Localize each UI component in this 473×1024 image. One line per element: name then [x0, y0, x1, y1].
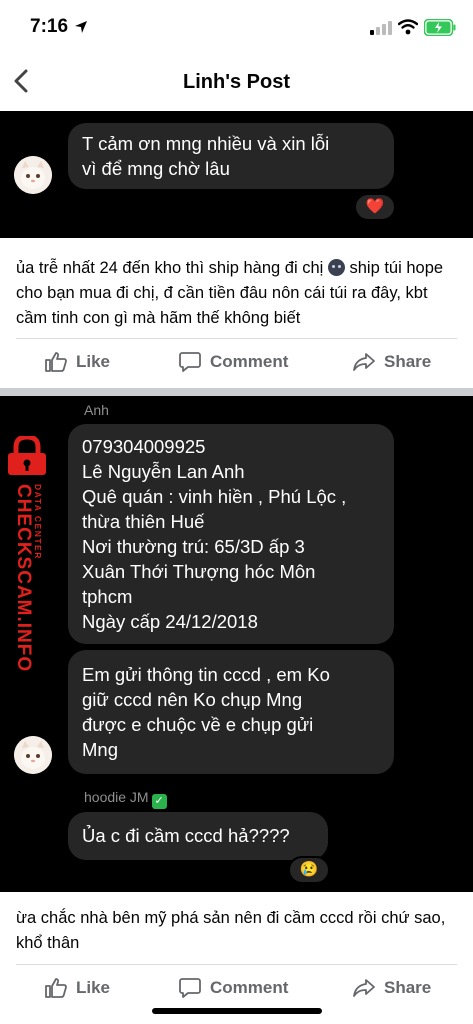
post-caption: ủa trễ nhất 24 đến kho thì ship hàng đi …	[16, 256, 461, 331]
comment-button[interactable]: Comment	[178, 966, 288, 1010]
wifi-icon	[398, 19, 418, 35]
watermark-brand: CHECKSCAM.INFO	[13, 484, 34, 673]
comment-bubble-icon	[179, 352, 201, 372]
sad-reaction: 😢	[288, 856, 330, 884]
chat-screenshot-2[interactable]: Anh 079304009925 Lê Nguyễn Lan Anh Quê q…	[0, 396, 473, 892]
heart-reaction: ❤️	[354, 193, 396, 221]
thumbs-up-icon	[45, 978, 67, 998]
action-bar: Like Comment Share	[0, 966, 473, 1010]
watermark: CHECKSCAM.INFO DATA CENTER	[0, 436, 60, 672]
share-label: Share	[384, 978, 432, 997]
like-button[interactable]: Like	[44, 966, 110, 1010]
post-header: Linh's Post	[0, 56, 473, 111]
share-button[interactable]: Share	[352, 340, 431, 384]
like-label: Like	[76, 352, 111, 371]
padlock-icon	[8, 436, 46, 475]
avatar	[14, 156, 52, 194]
share-label: Share	[384, 352, 432, 371]
share-button[interactable]: Share	[352, 966, 431, 1010]
battery-charging-icon	[424, 19, 456, 36]
thumbs-up-icon	[45, 352, 67, 372]
post-caption-part: ủa trễ nhất 24 đến kho thì ship hàng đi …	[16, 259, 328, 277]
home-indicator[interactable]	[152, 1008, 322, 1014]
comment-label: Comment	[210, 978, 289, 997]
share-arrow-icon	[353, 353, 375, 371]
chat-screenshot-1[interactable]: T cảm ơn mng nhiều và xin lỗi vì để mng …	[0, 111, 473, 238]
cat-avatar-icon	[14, 736, 52, 774]
page-title: Linh's Post	[183, 71, 290, 93]
location-arrow-icon	[75, 21, 87, 33]
comment-button[interactable]: Comment	[178, 340, 288, 384]
comment-bubble-icon	[179, 978, 201, 998]
status-bar: 7:16	[0, 0, 473, 56]
message-bubble-id-info: 079304009925 Lê Nguyễn Lan Anh Quê quán …	[68, 424, 394, 644]
post-separator	[0, 388, 473, 396]
like-button[interactable]: Like	[44, 340, 110, 384]
share-arrow-icon	[353, 979, 375, 997]
like-label: Like	[76, 978, 111, 997]
avatar	[14, 736, 52, 774]
post-caption: ừa chắc nhà bên mỹ phá sản nên đi cầm cc…	[16, 909, 446, 952]
sender-name: Anh	[84, 402, 109, 418]
message-bubble: T cảm ơn mng nhiều và xin lỗi vì để mng …	[68, 123, 394, 189]
divider	[16, 338, 457, 339]
reply-bubble: Ủa c đi cầm cccd hả????	[68, 812, 328, 860]
message-bubble: Em gửi thông tin cccd , em Ko giữ cccd n…	[68, 650, 394, 774]
action-bar: Like Comment Share	[0, 340, 473, 384]
comment-label: Comment	[210, 352, 289, 371]
verified-check-icon: ✓	[151, 794, 167, 809]
divider	[16, 964, 457, 965]
sender-name: hoodie JM ✓	[84, 789, 167, 809]
status-time: 7:16	[30, 16, 69, 37]
watermark-subtitle: DATA CENTER	[33, 484, 43, 560]
cellular-signal-icon	[370, 21, 392, 35]
cat-avatar-icon	[14, 156, 52, 194]
sender-name-text: hoodie JM	[84, 789, 149, 805]
dark-face-emoji-icon	[327, 259, 345, 276]
